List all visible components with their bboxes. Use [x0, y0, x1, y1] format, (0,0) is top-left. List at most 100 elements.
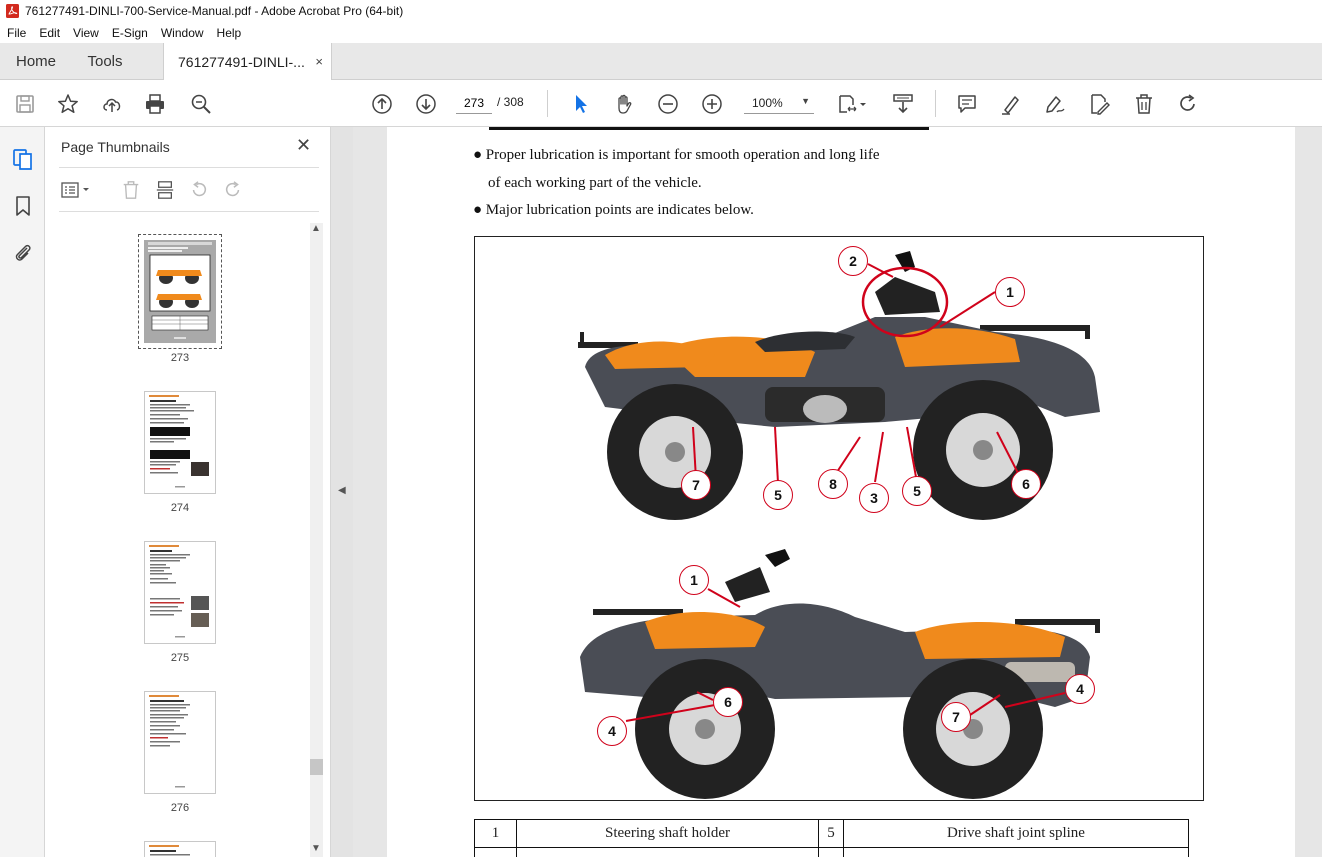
thumbnail-label: 276 — [170, 802, 190, 814]
menu-help[interactable]: Help — [210, 26, 248, 40]
hand-tool-icon[interactable] — [612, 92, 636, 116]
chevron-down-icon: ▼ — [801, 96, 810, 106]
page-fit-dropdown-icon[interactable] — [858, 92, 868, 116]
zoom-in-icon[interactable] — [700, 92, 724, 116]
lubrication-points-table: 1 Steering shaft holder 5 Drive shaft jo… — [474, 819, 1189, 857]
panel-splitter[interactable]: ◀ — [331, 127, 353, 857]
cloud-upload-icon[interactable] — [100, 92, 124, 116]
bookmark-icon[interactable] — [11, 194, 35, 218]
lubrication-diagram: 2 1 7 5 8 3 5 6 1 6 4 7 4 — [474, 236, 1204, 801]
thumbnail-label: 274 — [170, 502, 190, 514]
page-preview-image — [149, 845, 190, 856]
insert-pages-icon[interactable] — [153, 179, 177, 201]
print-icon[interactable] — [143, 92, 167, 116]
callout-1: 1 — [679, 565, 709, 595]
callout-5: 5 — [763, 480, 793, 510]
highlight-pen-icon[interactable] — [999, 92, 1023, 116]
sign-pen-icon[interactable] — [1043, 92, 1067, 116]
menu-file[interactable]: File — [0, 26, 32, 40]
tab-document[interactable]: 761277491-DINLI-... × — [163, 43, 332, 81]
page-preview-image — [149, 545, 209, 638]
menu-esign[interactable]: E-Sign — [105, 26, 154, 40]
rotate-left-icon[interactable] — [187, 179, 211, 201]
comment-icon[interactable] — [955, 92, 979, 116]
scroll-up-icon[interactable]: ▲ — [311, 223, 321, 234]
rotate-right-icon[interactable] — [221, 179, 245, 201]
save-icon[interactable] — [13, 92, 37, 116]
next-page-icon[interactable] — [414, 92, 438, 116]
callout-1: 1 — [995, 277, 1025, 307]
page-total: / 308 — [497, 95, 524, 109]
callout-6: 6 — [713, 687, 743, 717]
page-thumbnail-276[interactable] — [144, 691, 216, 794]
tab-document-label: 761277491-DINLI-... — [178, 54, 305, 70]
scrollbar-thumb[interactable] — [310, 759, 323, 775]
menu-bar: File Edit View E-Sign Window Help — [0, 22, 1322, 43]
edit-document-icon[interactable] — [1087, 92, 1111, 116]
rotate-icon[interactable] — [1176, 92, 1200, 116]
tab-home[interactable]: Home — [0, 43, 72, 80]
title-bar: 761277491-DINLI-700-Service-Manual.pdf -… — [0, 0, 1322, 22]
divider — [59, 211, 319, 212]
menu-view[interactable]: View — [66, 26, 105, 40]
table-cell-number: 1 — [474, 819, 517, 848]
page-thumbnail-273[interactable] — [138, 234, 222, 349]
callout-7: 7 — [941, 702, 971, 732]
page-thumbnails-panel: Page Thumbnails ✕ 273 274 275 276 ▲ ▼ — [45, 127, 331, 857]
select-cursor-icon[interactable] — [569, 92, 593, 116]
table-cell — [843, 847, 1189, 857]
acrobat-logo-icon — [6, 4, 19, 18]
attachment-icon[interactable] — [11, 240, 35, 264]
star-bookmark-icon[interactable] — [56, 92, 80, 116]
table-row: 1 Steering shaft holder 5 Drive shaft jo… — [474, 819, 1189, 848]
divider — [59, 167, 319, 168]
document-viewport[interactable]: ● Proper lubrication is important for sm… — [353, 127, 1322, 857]
previous-page-icon[interactable] — [370, 92, 394, 116]
delete-trash-icon[interactable] — [1132, 92, 1156, 116]
table-cell — [474, 847, 517, 857]
document-scrollbar[interactable] — [1301, 127, 1322, 857]
table-cell — [818, 847, 844, 857]
callout-4: 4 — [597, 716, 627, 746]
callout-3: 3 — [859, 483, 889, 513]
page-number-input[interactable] — [456, 92, 492, 114]
scroll-mode-icon[interactable] — [891, 92, 915, 116]
atv-illustration — [578, 251, 1100, 799]
page-thumbnail-275[interactable] — [144, 541, 216, 644]
bullet-line-2: of each working part of the vehicle. — [488, 175, 702, 191]
scroll-down-icon[interactable]: ▼ — [311, 843, 321, 854]
panel-title: Page Thumbnails — [61, 139, 170, 155]
table-cell-number: 5 — [818, 819, 844, 848]
menu-window[interactable]: Window — [154, 26, 210, 40]
callout-8: 8 — [818, 469, 848, 499]
zoom-search-icon[interactable] — [189, 92, 213, 116]
atv-side-view-bottom — [580, 549, 1100, 799]
page-fit-icon[interactable] — [836, 92, 860, 116]
main-toolbar — [0, 80, 1322, 127]
page-thumbnails-icon[interactable] — [11, 147, 35, 171]
thumbnail-label: 275 — [170, 652, 190, 664]
delete-pages-icon[interactable] — [119, 179, 143, 201]
tab-close-icon[interactable]: × — [315, 54, 323, 69]
close-icon[interactable]: ✕ — [296, 135, 311, 156]
callout-4: 4 — [1065, 674, 1095, 704]
callout-6: 6 — [1011, 469, 1041, 499]
table-cell-item: Drive shaft joint spline — [843, 819, 1189, 848]
zoom-value: 100% — [752, 95, 783, 110]
page-thumbnail-277[interactable] — [144, 841, 216, 857]
bullet-line-3: ● Major lubrication points are indicates… — [473, 202, 754, 218]
window-title: 761277491-DINLI-700-Service-Manual.pdf -… — [25, 4, 404, 18]
menu-edit[interactable]: Edit — [32, 26, 66, 40]
bullet-line-1: ● Proper lubrication is important for sm… — [473, 147, 880, 163]
options-menu-icon[interactable] — [59, 179, 95, 201]
zoom-out-icon[interactable] — [656, 92, 680, 116]
page-thumbnail-274[interactable] — [144, 391, 216, 494]
page-preview-image — [149, 395, 209, 488]
table-border-fragment — [489, 127, 929, 130]
collapse-panel-icon[interactable]: ◀ — [338, 485, 346, 496]
toolbar-divider — [935, 90, 936, 117]
zoom-select[interactable]: 100% ▼ — [744, 92, 814, 114]
page-preview-image — [144, 240, 216, 343]
callout-5: 5 — [902, 476, 932, 506]
tab-tools[interactable]: Tools — [72, 43, 138, 80]
